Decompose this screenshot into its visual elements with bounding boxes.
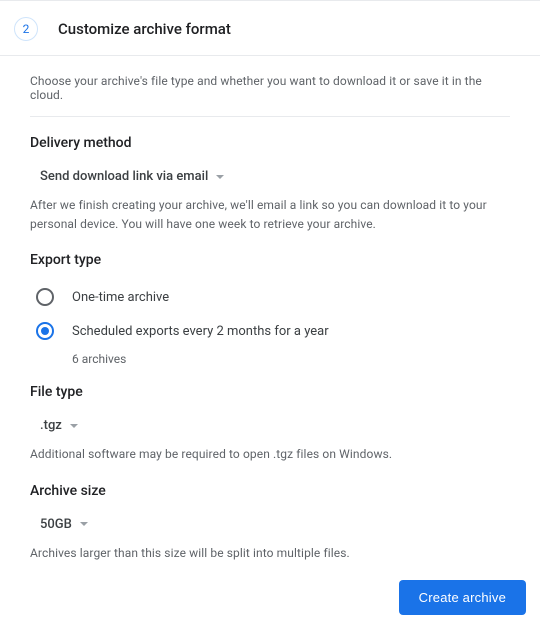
archive-size-section: Archive size 50GB Archives larger than t…	[30, 483, 510, 563]
page-title: Customize archive format	[58, 20, 231, 38]
delivery-method-section: Delivery method Send download link via e…	[30, 135, 510, 234]
delivery-method-value: Send download link via email	[40, 169, 208, 184]
radio-label: Scheduled exports every 2 months for a y…	[72, 324, 329, 339]
export-type-title: Export type	[30, 252, 510, 268]
export-type-scheduled-sub: 6 archives	[72, 352, 510, 366]
chevron-down-icon	[70, 424, 78, 428]
step-number-badge: 2	[14, 17, 38, 41]
archive-size-help: Archives larger than this size will be s…	[30, 544, 510, 563]
radio-icon	[36, 322, 54, 340]
intro-text: Choose your archive's file type and whet…	[30, 56, 510, 117]
chevron-down-icon	[80, 522, 88, 526]
export-type-section: Export type One-time archive Scheduled e…	[30, 252, 510, 366]
chevron-down-icon	[216, 175, 224, 179]
archive-size-title: Archive size	[30, 483, 510, 499]
delivery-method-help: After we finish creating your archive, w…	[30, 196, 510, 234]
export-type-option-scheduled[interactable]: Scheduled exports every 2 months for a y…	[30, 314, 510, 348]
file-type-help: Additional software may be required to o…	[30, 445, 510, 464]
archive-size-value: 50GB	[40, 517, 72, 532]
content-area: Choose your archive's file type and whet…	[0, 56, 540, 563]
create-archive-button[interactable]: Create archive	[399, 580, 526, 615]
export-type-option-onetime[interactable]: One-time archive	[30, 280, 510, 314]
file-type-value: .tgz	[40, 418, 62, 433]
radio-label: One-time archive	[72, 290, 169, 305]
delivery-method-dropdown[interactable]: Send download link via email	[30, 163, 234, 190]
file-type-title: File type	[30, 384, 510, 400]
file-type-dropdown[interactable]: .tgz	[30, 412, 88, 439]
delivery-method-title: Delivery method	[30, 135, 510, 151]
archive-size-dropdown[interactable]: 50GB	[30, 511, 98, 538]
file-type-section: File type .tgz Additional software may b…	[30, 384, 510, 464]
step-header: 2 Customize archive format	[0, 0, 540, 56]
radio-icon	[36, 288, 54, 306]
footer-bar: Create archive	[0, 570, 540, 625]
